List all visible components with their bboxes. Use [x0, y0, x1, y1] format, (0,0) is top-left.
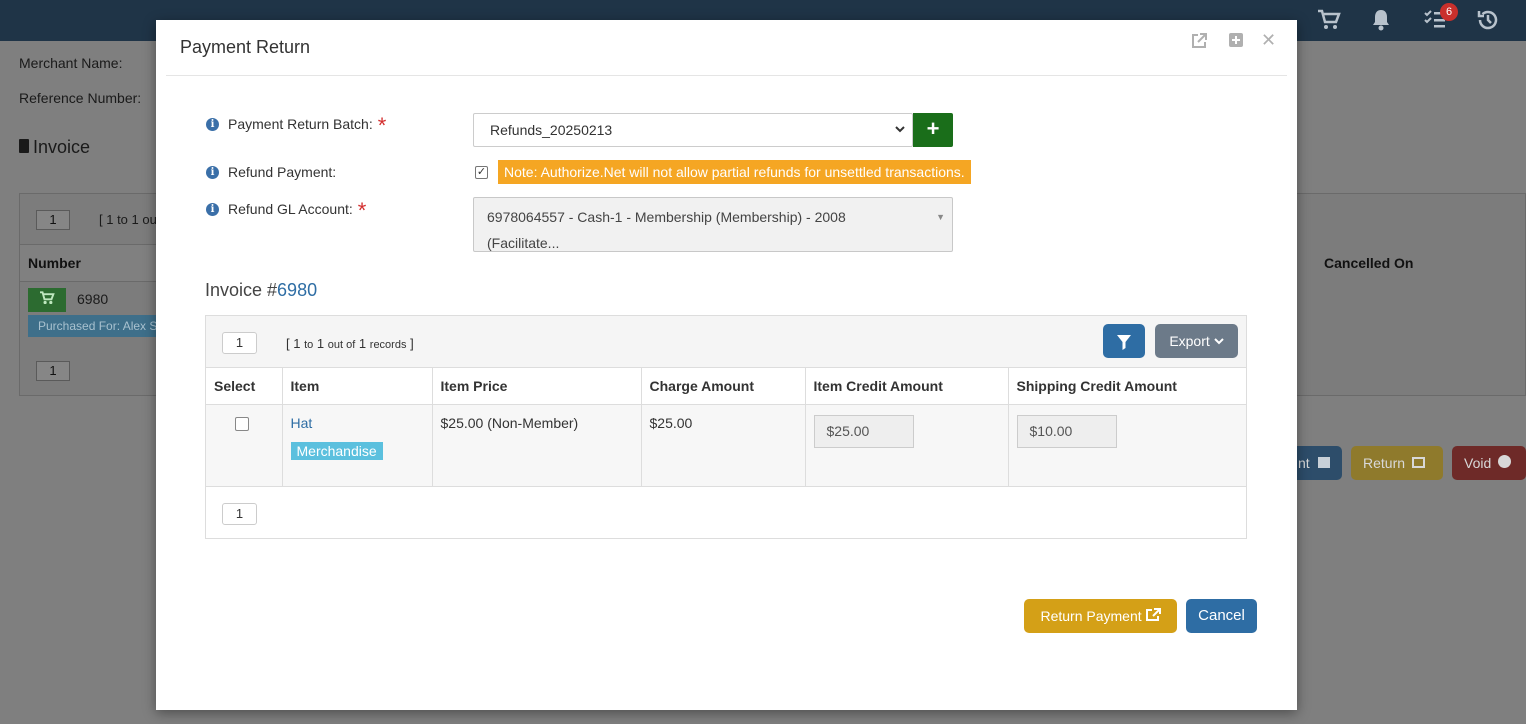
- gl-value-line2: (Facilitate...: [487, 235, 560, 251]
- batch-label-text: Payment Return Batch:: [228, 116, 373, 132]
- grid-toolbar: 1 [ 1 to 1 out of 1 records ] Export: [206, 316, 1246, 368]
- info-icon[interactable]: i: [206, 165, 219, 179]
- notification-badge: 6: [1440, 3, 1458, 21]
- info-icon[interactable]: i: [206, 117, 219, 131]
- refund-note: Note: Authorize.Net will not allow parti…: [498, 160, 971, 184]
- payment-return-modal: Payment Return ✕ i Payment Return Batch:…: [156, 20, 1297, 710]
- background-cart-button[interactable]: [28, 288, 66, 312]
- select-cell: [206, 404, 283, 487]
- cart-icon[interactable]: [1317, 9, 1341, 37]
- background-void-button[interactable]: Void: [1452, 446, 1526, 480]
- invoice-title-prefix: Invoice #: [205, 280, 278, 300]
- batch-select-value: Refunds_20250213: [490, 122, 613, 138]
- caret-down-icon: ▼: [936, 212, 945, 222]
- invoice-section-title: Invoice: [19, 137, 90, 158]
- reference-number-label: Reference Number:: [19, 90, 142, 106]
- background-return-label: Return: [1363, 455, 1406, 471]
- footer-page-input[interactable]: 1: [222, 503, 257, 525]
- table-header-row: Select Item Item Price Charge Amount Ite…: [206, 368, 1246, 405]
- charge-amount-cell: $25.00: [641, 404, 806, 487]
- share-square-icon: [1145, 608, 1161, 624]
- modal-header: Payment Return ✕: [166, 20, 1287, 76]
- refund-payment-checkbox[interactable]: ✓: [475, 166, 488, 179]
- col-item: Item: [282, 368, 433, 405]
- gl-field-label: i Refund GL Account: *: [206, 198, 367, 223]
- col-select: Select: [206, 368, 283, 405]
- background-col-cancelled-on: Cancelled On: [1324, 255, 1414, 271]
- chevron-down-icon: [1213, 333, 1224, 349]
- background-purchased-for: Purchased For: Alex S: [28, 315, 158, 337]
- pager-total: 1: [358, 336, 367, 351]
- background-footer-pager[interactable]: 1: [36, 361, 70, 381]
- item-link[interactable]: Hat: [291, 415, 313, 431]
- col-shipping-credit: Shipping Credit Amount: [1008, 368, 1246, 405]
- pager-summary: [ 1 to 1 out of 1 records ]: [286, 336, 414, 351]
- item-cell: Hat Merchandise: [282, 404, 433, 487]
- filter-icon: [1117, 335, 1131, 350]
- background-void-label: Void: [1464, 455, 1492, 471]
- gl-label-text: Refund GL Account:: [228, 201, 353, 217]
- chevron-down-icon: [894, 114, 906, 157]
- required-marker: *: [377, 113, 387, 138]
- refund-field-label: i Refund Payment:: [206, 164, 336, 180]
- items-table: Select Item Item Price Charge Amount Ite…: [206, 368, 1246, 487]
- maximize-icon[interactable]: [1228, 32, 1244, 53]
- pager-from: 1: [293, 336, 301, 351]
- close-icon[interactable]: ✕: [1261, 30, 1276, 51]
- background-col-number: Number: [28, 255, 81, 271]
- refund-label-text: Refund Payment:: [228, 164, 337, 180]
- export-button[interactable]: Export: [1155, 324, 1238, 358]
- batch-select[interactable]: Refunds_20250213: [473, 113, 913, 147]
- bell-icon[interactable]: [1371, 9, 1391, 37]
- pager-outof: out of: [327, 339, 356, 351]
- filter-button[interactable]: [1103, 324, 1145, 358]
- background-pager-input[interactable]: 1: [36, 210, 70, 230]
- background-pager-text: [ 1 to 1 ou: [99, 212, 157, 227]
- add-batch-button[interactable]: +: [913, 113, 953, 147]
- batch-field-label: i Payment Return Batch: *: [206, 113, 387, 138]
- clipboard-icon: [19, 139, 29, 153]
- cancel-button[interactable]: Cancel: [1186, 599, 1257, 633]
- col-item-credit: Item Credit Amount: [805, 368, 1009, 405]
- item-price-cell: $25.00 (Non-Member): [432, 404, 642, 487]
- print-icon: [1317, 457, 1330, 468]
- background-invoice-number[interactable]: 6980: [77, 291, 108, 307]
- category-tag: Merchandise: [290, 441, 383, 460]
- shipping-credit-input[interactable]: $10.00: [1016, 414, 1117, 448]
- invoice-number-link[interactable]: 6980: [277, 280, 317, 300]
- table-row: Hat Merchandise $25.00 (Non-Member) $25.…: [206, 404, 1246, 487]
- info-icon[interactable]: i: [206, 202, 219, 216]
- item-credit-input[interactable]: $25.00: [813, 414, 914, 448]
- merchant-name-label: Merchant Name:: [19, 55, 123, 71]
- return-payment-button[interactable]: Return Payment: [1024, 599, 1177, 633]
- history-icon[interactable]: [1477, 9, 1499, 37]
- background-print-button[interactable]: nt: [1290, 446, 1342, 480]
- required-marker: *: [357, 198, 367, 223]
- invoice-items-grid: 1 [ 1 to 1 out of 1 records ] Export Sel…: [205, 315, 1247, 539]
- modal-title: Payment Return: [180, 37, 311, 57]
- row-select-checkbox[interactable]: [235, 416, 249, 431]
- times-circle-icon: [1498, 455, 1512, 468]
- gl-account-select[interactable]: 6978064557 - Cash-1 - Membership (Member…: [473, 197, 953, 252]
- return-payment-label: Return Payment: [1040, 608, 1142, 624]
- external-link-icon[interactable]: [1190, 32, 1208, 55]
- plus-icon: +: [926, 116, 940, 141]
- background-print-label: nt: [1298, 455, 1310, 471]
- export-label: Export: [1169, 333, 1210, 349]
- invoice-section-text: Invoice: [33, 137, 91, 157]
- pager-records: records: [369, 339, 407, 351]
- background-return-button[interactable]: Return: [1351, 446, 1443, 480]
- background-grid-right: [1297, 193, 1526, 396]
- gl-value-line1: 6978064557 - Cash-1 - Membership (Member…: [487, 209, 846, 225]
- col-item-price: Item Price: [432, 368, 642, 405]
- page-input[interactable]: 1: [222, 332, 257, 354]
- col-charge-amount: Charge Amount: [641, 368, 806, 405]
- pager-to-word: to: [304, 339, 314, 351]
- invoice-title: Invoice #6980: [205, 280, 317, 301]
- pager-to: 1: [316, 336, 325, 351]
- shipping-credit-cell: $10.00: [1008, 404, 1246, 487]
- item-credit-cell: $25.00: [805, 404, 1009, 487]
- share-icon: [1411, 457, 1425, 468]
